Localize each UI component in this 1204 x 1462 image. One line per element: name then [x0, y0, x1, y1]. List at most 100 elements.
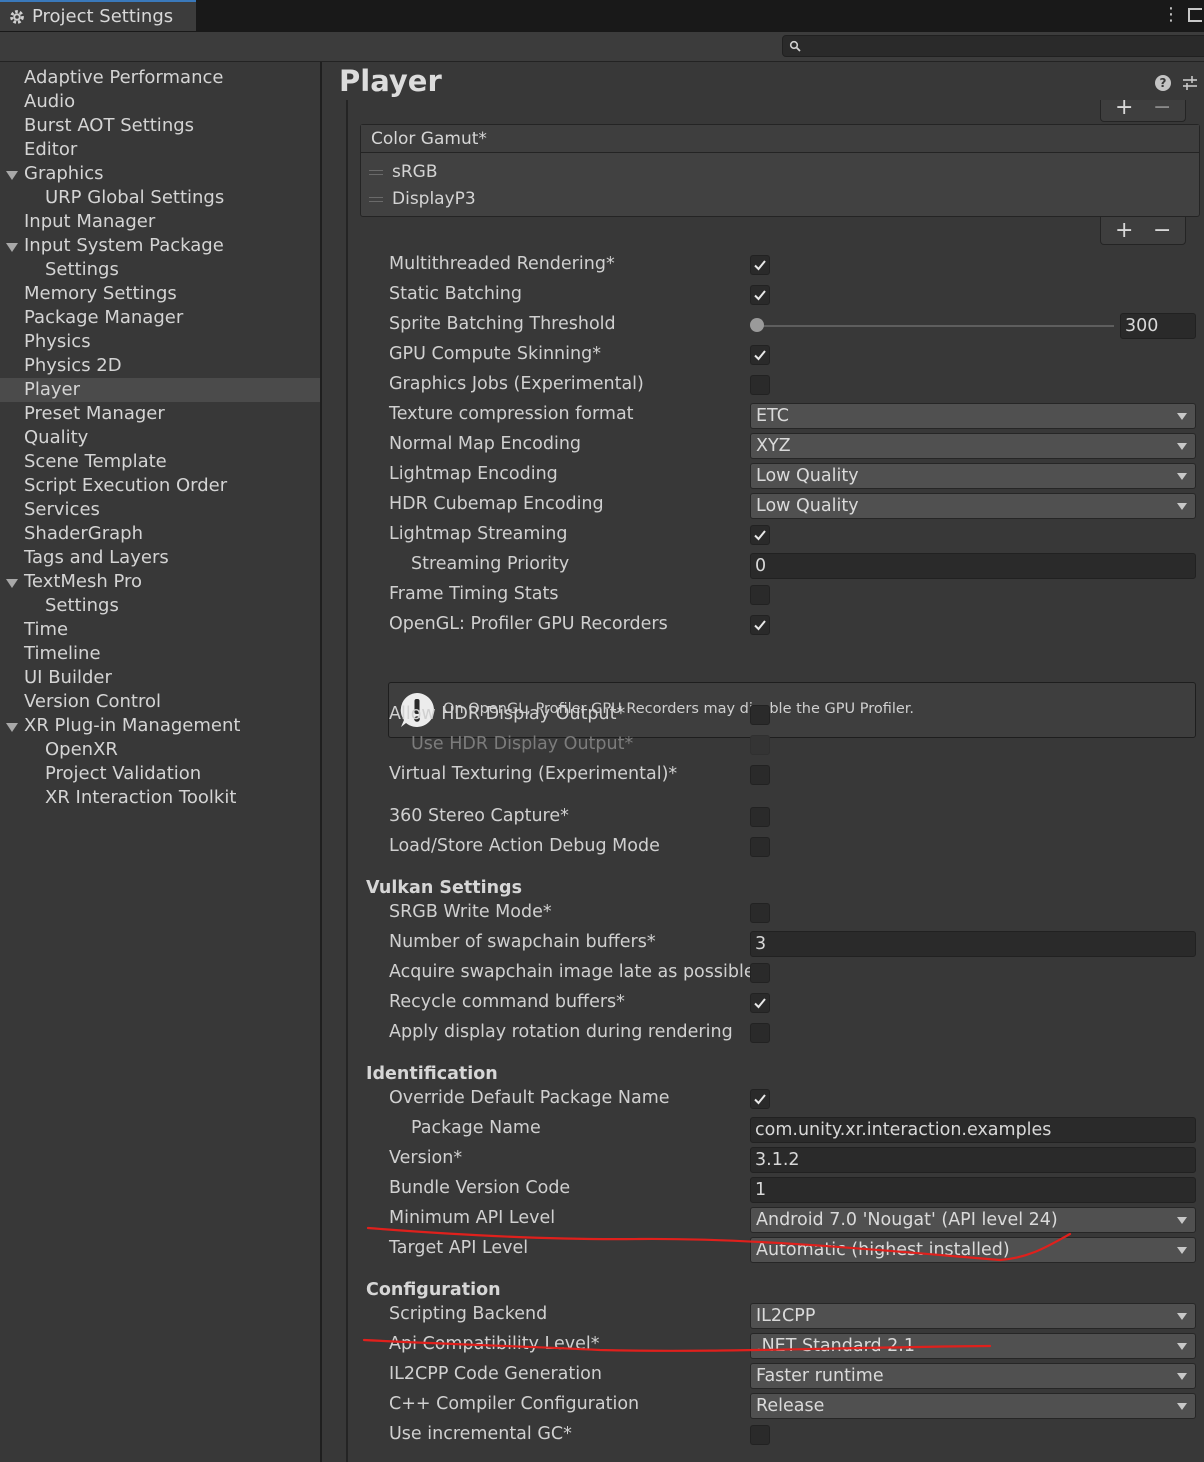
sidebar-item-physics[interactable]: Physics	[0, 330, 320, 354]
add-icon[interactable]: +	[1115, 96, 1133, 120]
sidebar-item-player[interactable]: Player	[0, 378, 320, 402]
color-gamut-add-remove: + −	[1100, 217, 1186, 245]
allow-hdr-display-output-checkbox[interactable]	[750, 705, 770, 725]
search-input[interactable]	[782, 35, 1204, 57]
sidebar-item-project-validation[interactable]: Project Validation	[0, 762, 320, 786]
lightmap-streaming-checkbox[interactable]	[750, 525, 770, 545]
static-batching-checkbox[interactable]	[750, 285, 770, 305]
package-name-field[interactable]: com.unity.xr.interaction.examples	[750, 1117, 1196, 1143]
sidebar-item-urp-global-settings[interactable]: URP Global Settings	[0, 186, 320, 210]
normal-map-encoding-dropdown[interactable]: XYZ	[750, 433, 1196, 459]
virtual-texturing-experimental-checkbox[interactable]	[750, 765, 770, 785]
more-options-icon[interactable]: ⋮	[1162, 3, 1180, 27]
sidebar-item-input-system-package[interactable]: Input System Package	[0, 234, 320, 258]
sidebar-item-burst-aot-settings[interactable]: Burst AOT Settings	[0, 114, 320, 138]
gpu-compute-skinning-checkbox[interactable]	[750, 345, 770, 365]
list-item[interactable]: DisplayP3	[361, 186, 1199, 213]
sidebar-item-physics-2d[interactable]: Physics 2D	[0, 354, 320, 378]
graphics-jobs-experimental-checkbox[interactable]	[750, 375, 770, 395]
srgb-write-mode-checkbox[interactable]	[750, 903, 770, 923]
lightmap-encoding-dropdown[interactable]: Low Quality	[750, 463, 1196, 489]
sidebar-item-label: Tags and Layers	[24, 547, 169, 568]
sidebar-item-tags-and-layers[interactable]: Tags and Layers	[0, 546, 320, 570]
sidebar-item-ui-builder[interactable]: UI Builder	[0, 666, 320, 690]
sidebar-item-time[interactable]: Time	[0, 618, 320, 642]
sprite-batching-threshold-field[interactable]: 300	[1120, 313, 1196, 339]
sidebar-item-settings[interactable]: Settings	[0, 594, 320, 618]
minimum-api-level-dropdown[interactable]: Android 7.0 'Nougat' (API level 24)	[750, 1207, 1196, 1233]
use-incremental-gc-checkbox[interactable]	[750, 1425, 770, 1445]
page-title: Player	[339, 64, 442, 98]
number-of-swapchain-buffers-field[interactable]: 3	[750, 931, 1196, 957]
sidebar-item-timeline[interactable]: Timeline	[0, 642, 320, 666]
sidebar-item-graphics[interactable]: Graphics	[0, 162, 320, 186]
apply-display-rotation-during-rendering-checkbox[interactable]	[750, 1023, 770, 1043]
il2cpp-code-generation-dropdown[interactable]: Faster runtime	[750, 1363, 1196, 1389]
sidebar-item-preset-manager[interactable]: Preset Manager	[0, 402, 320, 426]
setting-label: IL2CPP Code Generation	[389, 1364, 602, 1384]
sidebar-item-label: Physics 2D	[24, 355, 122, 376]
recycle-command-buffers-checkbox[interactable]	[750, 993, 770, 1013]
setting-row-static-batching: Static Batching	[348, 281, 1204, 311]
multithreaded-rendering-checkbox[interactable]	[750, 255, 770, 275]
sidebar-item-services[interactable]: Services	[0, 498, 320, 522]
preset-icon[interactable]	[1181, 74, 1199, 92]
sidebar-item-version-control[interactable]: Version Control	[0, 690, 320, 714]
sidebar-item-quality[interactable]: Quality	[0, 426, 320, 450]
target-api-level-dropdown[interactable]: Automatic (highest installed)	[750, 1237, 1196, 1263]
sidebar-item-shadergraph[interactable]: ShaderGraph	[0, 522, 320, 546]
remove-icon[interactable]: −	[1153, 219, 1171, 243]
maximize-icon[interactable]	[1188, 8, 1202, 22]
setting-label: Load/Store Action Debug Mode	[389, 836, 660, 856]
list-item[interactable]: sRGB	[361, 159, 1199, 186]
acquire-swapchain-image-late-as-possible-checkbox[interactable]	[750, 963, 770, 983]
drag-handle-icon[interactable]	[369, 197, 383, 202]
expand-arrow-icon[interactable]	[6, 243, 18, 252]
setting-label: Texture compression format	[389, 404, 634, 424]
api-compatibility-level-dropdown[interactable]: .NET Standard 2.1	[750, 1333, 1196, 1359]
bundle-version-code-field[interactable]: 1	[750, 1177, 1196, 1203]
360-stereo-capture-checkbox[interactable]	[750, 807, 770, 827]
sidebar-item-audio[interactable]: Audio	[0, 90, 320, 114]
setting-label: Minimum API Level	[389, 1208, 556, 1228]
sidebar-item-xr-plug-in-management[interactable]: XR Plug-in Management	[0, 714, 320, 738]
hdr-cubemap-encoding-dropdown[interactable]: Low Quality	[750, 493, 1196, 519]
sidebar-item-openxr[interactable]: OpenXR	[0, 738, 320, 762]
sidebar-item-script-execution-order[interactable]: Script Execution Order	[0, 474, 320, 498]
setting-row-package-name: Package Name com.unity.xr.interaction.exa…	[348, 1115, 1204, 1145]
help-icon[interactable]: ?	[1155, 75, 1171, 91]
slider-track[interactable]	[758, 325, 1114, 327]
sidebar-item-input-manager[interactable]: Input Manager	[0, 210, 320, 234]
version-field[interactable]: 3.1.2	[750, 1147, 1196, 1173]
frame-timing-stats-checkbox[interactable]	[750, 585, 770, 605]
sidebar-item-adaptive-performance[interactable]: Adaptive Performance	[0, 66, 320, 90]
scripting-backend-dropdown[interactable]: IL2CPP	[750, 1303, 1196, 1329]
sidebar-item-label: Settings	[45, 595, 119, 616]
sidebar-item-scene-template[interactable]: Scene Template	[0, 450, 320, 474]
sidebar-item-textmesh-pro[interactable]: TextMesh Pro	[0, 570, 320, 594]
expand-arrow-icon[interactable]	[6, 171, 18, 180]
setting-row-apply-display-rotation-during-rendering: Apply display rotation during rendering	[348, 1019, 1204, 1049]
setting-label: Target API Level	[389, 1238, 529, 1258]
drag-handle-icon[interactable]	[369, 170, 383, 175]
slider-thumb[interactable]	[750, 318, 764, 332]
expand-arrow-icon[interactable]	[6, 579, 18, 588]
load-store-action-debug-mode-checkbox[interactable]	[750, 837, 770, 857]
sidebar-item-memory-settings[interactable]: Memory Settings	[0, 282, 320, 306]
player-settings-content: + − Color Gamut* sRGB DisplayP3 + − Vulk…	[346, 96, 1204, 1462]
texture-compression-format-dropdown[interactable]: ETC	[750, 403, 1196, 429]
override-default-package-name-checkbox[interactable]	[750, 1089, 770, 1109]
opengl-profiler-gpu-recorders-checkbox[interactable]	[750, 615, 770, 635]
sidebar-item-xr-interaction-toolkit[interactable]: XR Interaction Toolkit	[0, 786, 320, 810]
toolbar	[0, 32, 1204, 62]
c-compiler-configuration-dropdown[interactable]: Release	[750, 1393, 1196, 1419]
streaming-priority-field[interactable]: 0	[750, 553, 1196, 579]
sidebar-item-editor[interactable]: Editor	[0, 138, 320, 162]
expand-arrow-icon[interactable]	[6, 723, 18, 732]
sidebar-item-settings[interactable]: Settings	[0, 258, 320, 282]
setting-row-scripting-backend: Scripting Backend IL2CPP	[348, 1301, 1204, 1331]
add-icon[interactable]: +	[1115, 219, 1133, 243]
remove-icon[interactable]: −	[1153, 96, 1171, 120]
project-settings-tab[interactable]: Project Settings	[0, 0, 196, 31]
sidebar-item-package-manager[interactable]: Package Manager	[0, 306, 320, 330]
